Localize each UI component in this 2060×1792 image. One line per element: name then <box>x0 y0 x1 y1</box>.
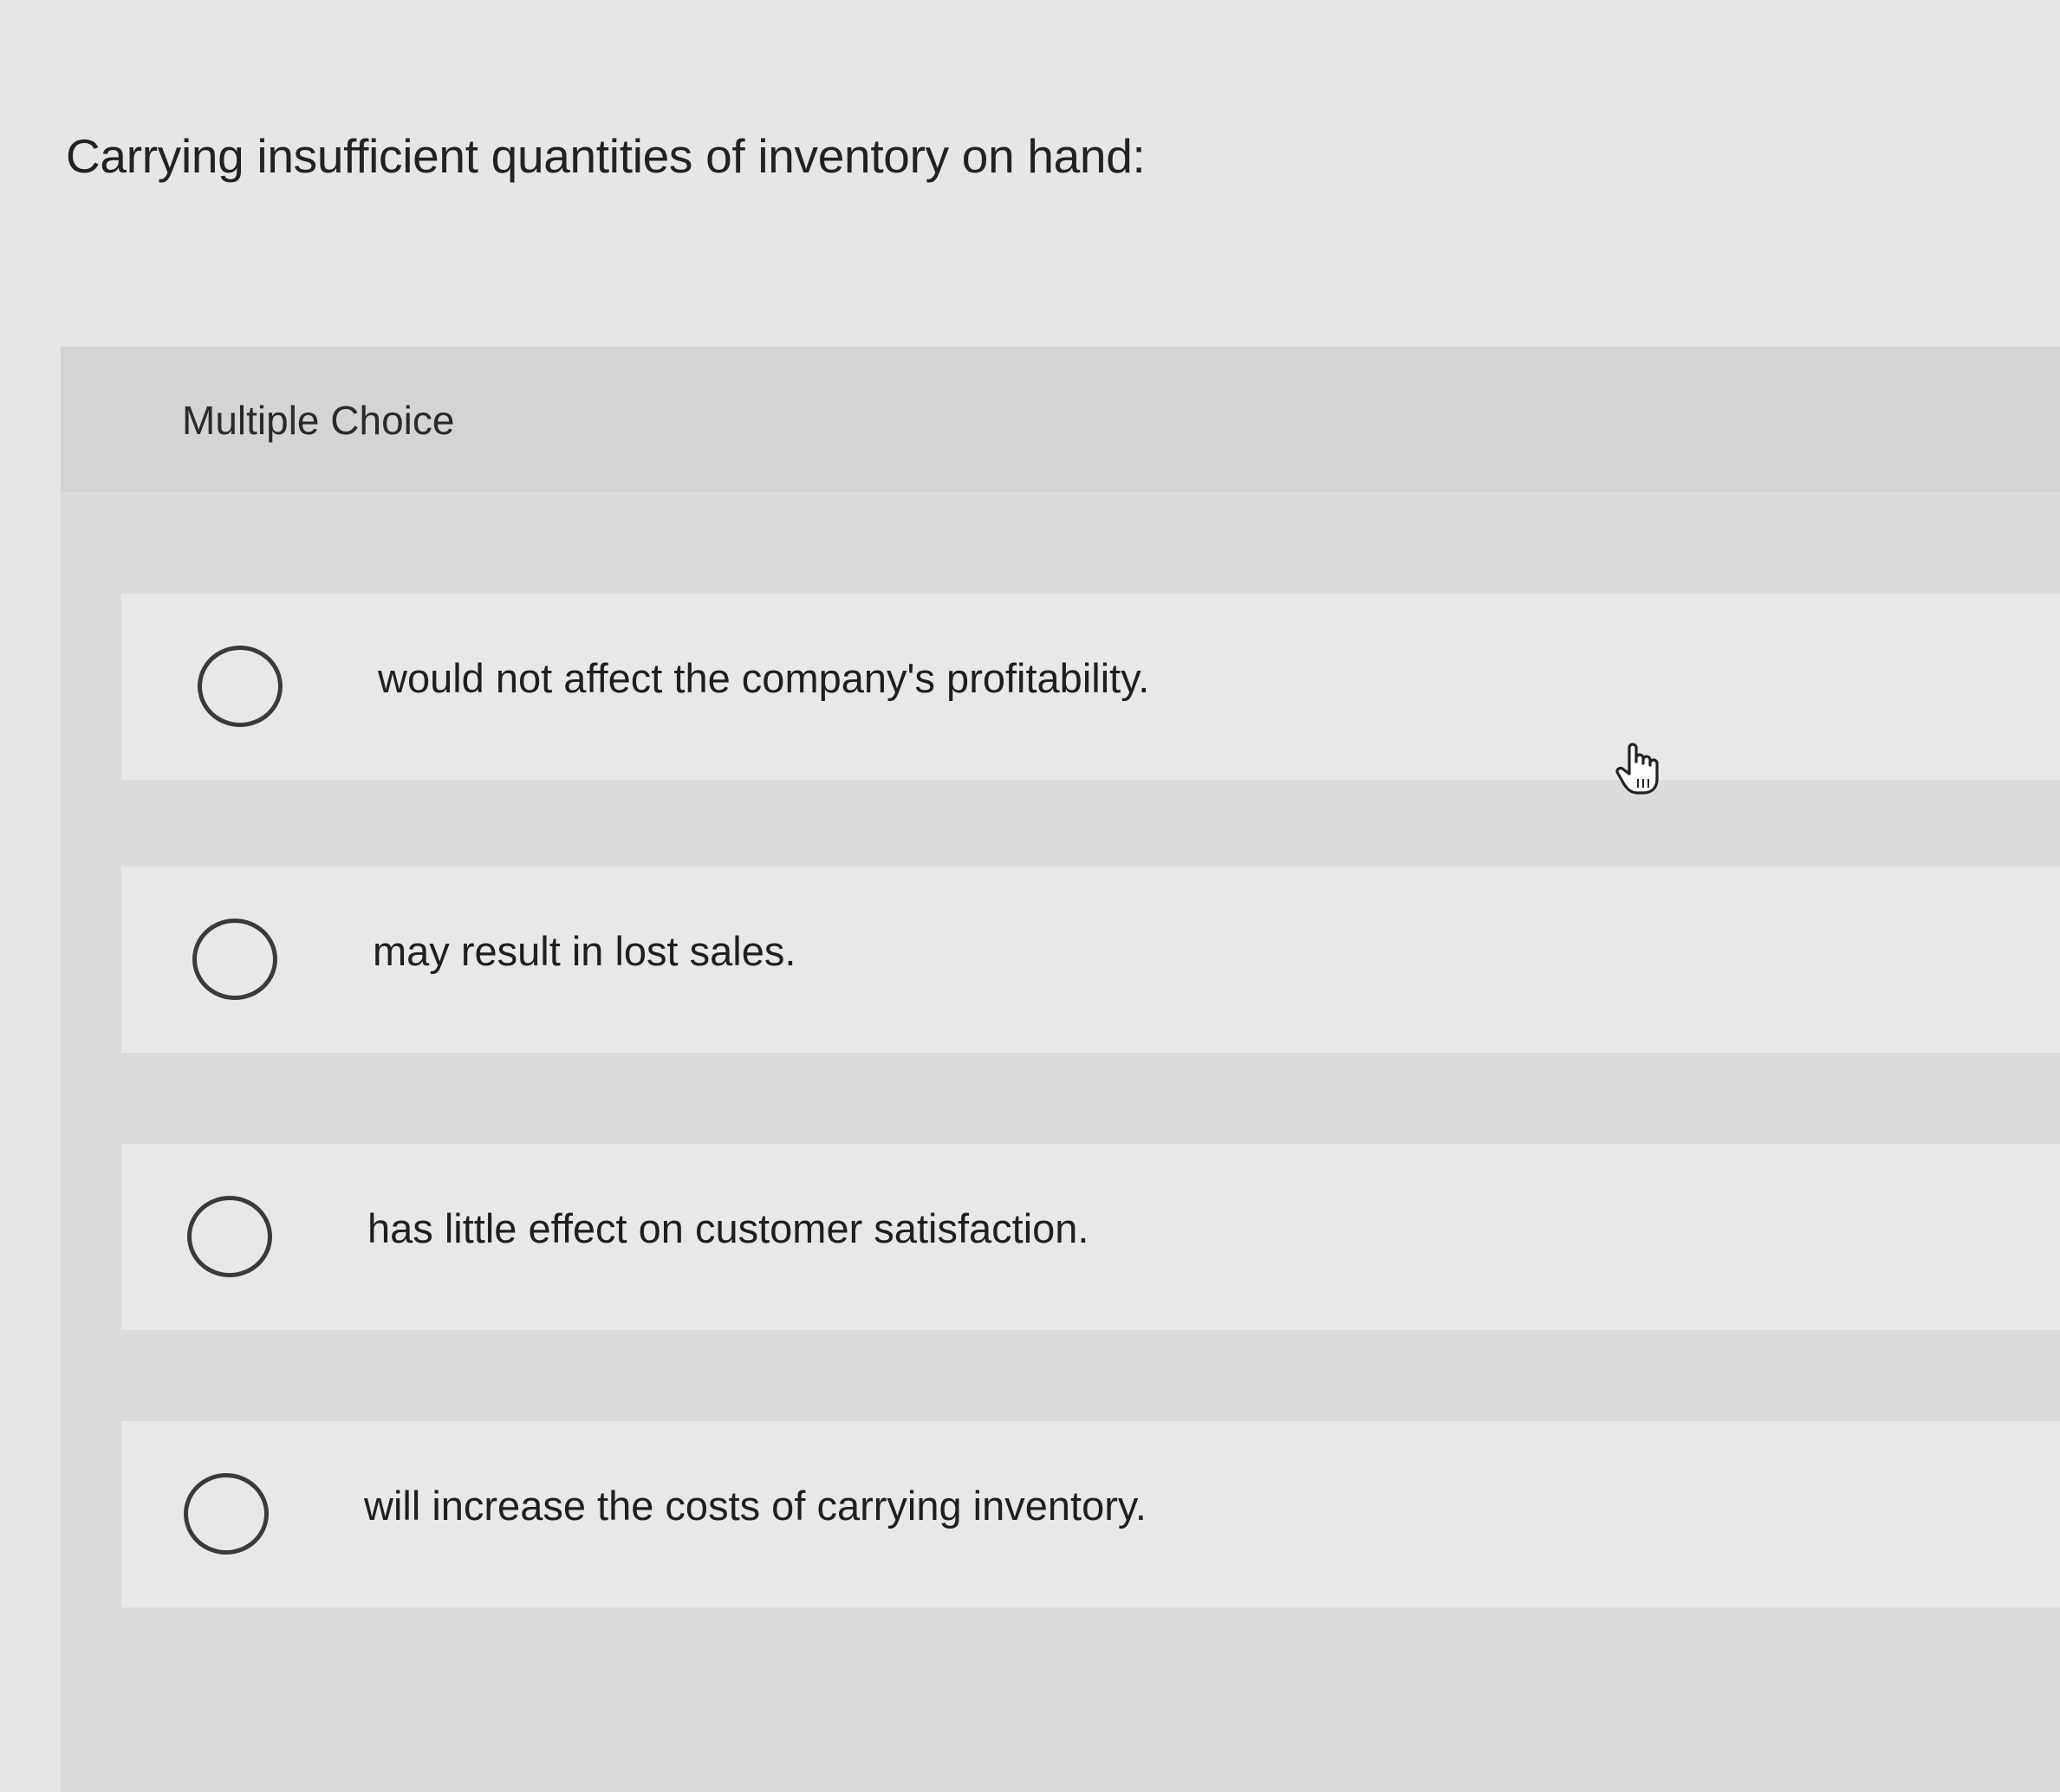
option-row-3[interactable]: has little effect on customer satisfacti… <box>121 1144 2060 1330</box>
option-label: may result in lost sales. <box>373 928 796 974</box>
option-label: would not affect the company's profitabi… <box>378 655 1150 701</box>
option-label: has little effect on customer satisfacti… <box>367 1205 1089 1251</box>
option-row-2[interactable]: may result in lost sales. <box>121 867 2060 1053</box>
option-row-4[interactable]: will increase the costs of carrying inve… <box>121 1421 2060 1607</box>
option-row-1[interactable]: would not affect the company's profitabi… <box>121 594 2060 780</box>
radio-unselected-icon[interactable] <box>198 646 283 727</box>
multiple-choice-panel: Multiple Choice would not affect the com… <box>61 347 2060 1792</box>
question-text: Carrying insufficient quantities of inve… <box>66 129 1146 183</box>
radio-unselected-icon[interactable] <box>187 1196 272 1277</box>
radio-unselected-icon[interactable] <box>192 919 277 1000</box>
option-label: will increase the costs of carrying inve… <box>364 1483 1147 1529</box>
hand-pointer-icon <box>1615 743 1659 795</box>
panel-label: Multiple Choice <box>182 398 455 443</box>
radio-unselected-icon[interactable] <box>184 1473 269 1555</box>
panel-header: Multiple Choice <box>61 347 2060 492</box>
